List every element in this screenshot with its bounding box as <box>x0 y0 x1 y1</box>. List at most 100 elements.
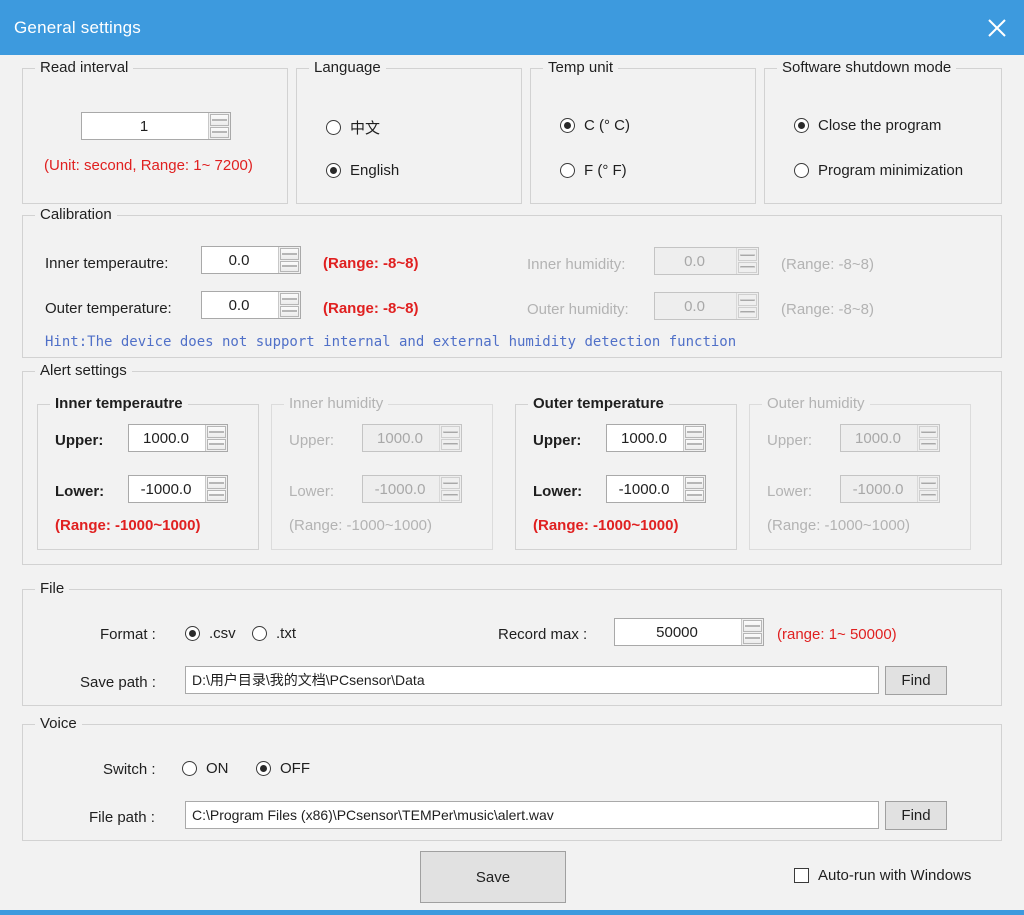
calibration-outer-temp-range: (Range: -8~8) <box>323 300 419 317</box>
alert-outer-temp-upper-arrows[interactable] <box>683 425 705 451</box>
save-path-input[interactable]: D:\用户目录\我的文档\PCsensor\Data <box>185 666 879 694</box>
group-temp-unit-legend: Temp unit <box>543 59 619 76</box>
alert-outer-humidity-lower-label: Lower: <box>767 483 813 500</box>
read-interval-arrows[interactable] <box>208 113 230 139</box>
radio-temp-unit-celsius-label: C (° C) <box>584 117 630 134</box>
stepper-up-icon[interactable] <box>685 426 704 438</box>
save-path-find-button[interactable]: Find <box>885 666 947 695</box>
alert-inner-temp-upper-stepper[interactable]: 1000.0 <box>128 424 228 452</box>
stepper-down-icon[interactable] <box>280 305 299 317</box>
calibration-inner-humidity-arrows <box>736 248 758 274</box>
stepper-down-icon[interactable] <box>685 489 704 501</box>
radio-file-format-txt[interactable]: .txt <box>252 625 296 642</box>
radio-file-format-txt-label: .txt <box>276 625 297 642</box>
close-button[interactable] <box>970 0 1024 55</box>
radio-indicator-icon <box>560 118 575 133</box>
radio-indicator-icon <box>185 626 200 641</box>
group-alert-settings-legend: Alert settings <box>35 362 132 379</box>
stepper-up-icon[interactable] <box>743 620 762 632</box>
voice-switch-label: Switch : <box>103 761 156 778</box>
radio-temp-unit-celsius[interactable]: C (° C) <box>560 117 630 134</box>
alert-outer-temp-lower-value: -1000.0 <box>618 480 670 498</box>
calibration-inner-humidity-range: (Range: -8~8) <box>781 256 874 273</box>
stepper-up-icon[interactable] <box>685 477 704 489</box>
group-alert-outer-humidity-legend: Outer humidity <box>762 395 870 412</box>
stepper-down-icon[interactable] <box>743 632 762 644</box>
alert-inner-humidity-upper-stepper: 1000.0 <box>362 424 462 452</box>
calibration-hint: Hint:The device does not support interna… <box>45 334 737 350</box>
alert-inner-temp-lower-value: -1000.0 <box>140 480 192 498</box>
alert-outer-temp-upper-stepper[interactable]: 1000.0 <box>606 424 706 452</box>
read-interval-stepper[interactable]: 1 <box>81 112 231 140</box>
voice-file-path-label: File path : <box>89 809 155 826</box>
radio-language-chinese[interactable]: 中文 <box>326 117 380 138</box>
stepper-down-icon[interactable] <box>280 260 299 272</box>
record-max-arrows[interactable] <box>741 619 763 645</box>
stepper-down-icon <box>441 489 460 501</box>
alert-outer-humidity-upper-arrows <box>917 425 939 451</box>
stepper-up-icon[interactable] <box>207 426 226 438</box>
stepper-down-icon <box>919 489 938 501</box>
bottom-accent-strip <box>0 910 1024 915</box>
group-read-interval: Read interval 1 (Unit: second, Range: 1~… <box>22 59 288 204</box>
calibration-outer-temp-stepper[interactable]: 0.0 <box>201 291 301 319</box>
alert-inner-temp-range: (Range: -1000~1000) <box>55 517 201 534</box>
file-format-label: Format : <box>100 626 156 643</box>
stepper-down-icon[interactable] <box>685 438 704 450</box>
alert-inner-humidity-range: (Range: -1000~1000) <box>289 517 433 534</box>
radio-shutdown-close-program[interactable]: Close the program <box>794 117 941 134</box>
stepper-down-icon[interactable] <box>207 438 226 450</box>
autorun-with-windows-checkbox[interactable]: Auto-run with Windows <box>794 867 971 884</box>
group-calibration-legend: Calibration <box>35 206 117 223</box>
stepper-up-icon[interactable] <box>207 477 226 489</box>
alert-inner-temp-lower-arrows[interactable] <box>205 476 227 502</box>
voice-file-path-find-button[interactable]: Find <box>885 801 947 830</box>
alert-outer-humidity-upper-stepper: 1000.0 <box>840 424 940 452</box>
calibration-outer-temp-arrows[interactable] <box>278 292 300 318</box>
radio-shutdown-minimize[interactable]: Program minimization <box>794 162 963 179</box>
stepper-up-icon[interactable] <box>210 114 229 126</box>
radio-temp-unit-fahrenheit[interactable]: F (° F) <box>560 162 627 179</box>
group-alert-settings: Alert settings Inner temperautre Upper: … <box>22 362 1002 565</box>
stepper-up-icon[interactable] <box>280 248 299 260</box>
calibration-inner-temp-stepper[interactable]: 0.0 <box>201 246 301 274</box>
group-alert-inner-humidity-legend: Inner humidity <box>284 395 389 412</box>
dialog-body: Read interval 1 (Unit: second, Range: 1~… <box>0 55 1024 910</box>
group-read-interval-legend: Read interval <box>35 59 134 76</box>
alert-inner-temp-upper-arrows[interactable] <box>205 425 227 451</box>
stepper-down-icon <box>441 438 460 450</box>
stepper-up-icon <box>919 426 938 438</box>
alert-outer-humidity-upper-label: Upper: <box>767 432 813 449</box>
radio-language-english[interactable]: English <box>326 162 399 179</box>
alert-outer-humidity-range: (Range: -1000~1000) <box>767 517 911 534</box>
voice-file-path-input[interactable]: C:\Program Files (x86)\PCsensor\TEMPer\m… <box>185 801 879 829</box>
group-shutdown-mode: Software shutdown mode Close the program… <box>764 59 1002 204</box>
alert-inner-temp-lower-stepper[interactable]: -1000.0 <box>128 475 228 503</box>
alert-inner-temp-lower-label: Lower: <box>55 483 105 500</box>
alert-outer-temp-lower-arrows[interactable] <box>683 476 705 502</box>
alert-inner-humidity-lower-value: -1000.0 <box>374 480 426 498</box>
alert-outer-temp-lower-label: Lower: <box>533 483 583 500</box>
alert-outer-humidity-lower-value: -1000.0 <box>852 480 904 498</box>
calibration-outer-humidity-stepper: 0.0 <box>654 292 759 320</box>
radio-voice-on[interactable]: ON <box>182 760 229 777</box>
save-button[interactable]: Save <box>420 851 566 903</box>
record-max-stepper[interactable]: 50000 <box>614 618 764 646</box>
radio-indicator-icon <box>326 163 341 178</box>
stepper-up-icon[interactable] <box>280 293 299 305</box>
stepper-down-icon[interactable] <box>207 489 226 501</box>
radio-voice-on-label: ON <box>206 760 229 777</box>
stepper-down-icon[interactable] <box>210 126 229 138</box>
alert-inner-humidity-lower-stepper: -1000.0 <box>362 475 462 503</box>
group-alert-outer-temp: Outer temperature Upper: 1000.0 Lower: -… <box>515 395 737 550</box>
save-path-label: Save path : <box>80 674 156 691</box>
calibration-inner-temp-arrows[interactable] <box>278 247 300 273</box>
radio-voice-off[interactable]: OFF <box>256 760 310 777</box>
group-alert-inner-humidity: Inner humidity Upper: 1000.0 Lower: -100… <box>271 395 493 550</box>
calibration-outer-temp-value: 0.0 <box>228 296 250 314</box>
radio-file-format-csv[interactable]: .csv <box>185 625 236 642</box>
alert-outer-temp-lower-stepper[interactable]: -1000.0 <box>606 475 706 503</box>
stepper-down-icon <box>919 438 938 450</box>
record-max-value: 50000 <box>656 623 698 641</box>
calibration-outer-humidity-value: 0.0 <box>684 297 705 315</box>
